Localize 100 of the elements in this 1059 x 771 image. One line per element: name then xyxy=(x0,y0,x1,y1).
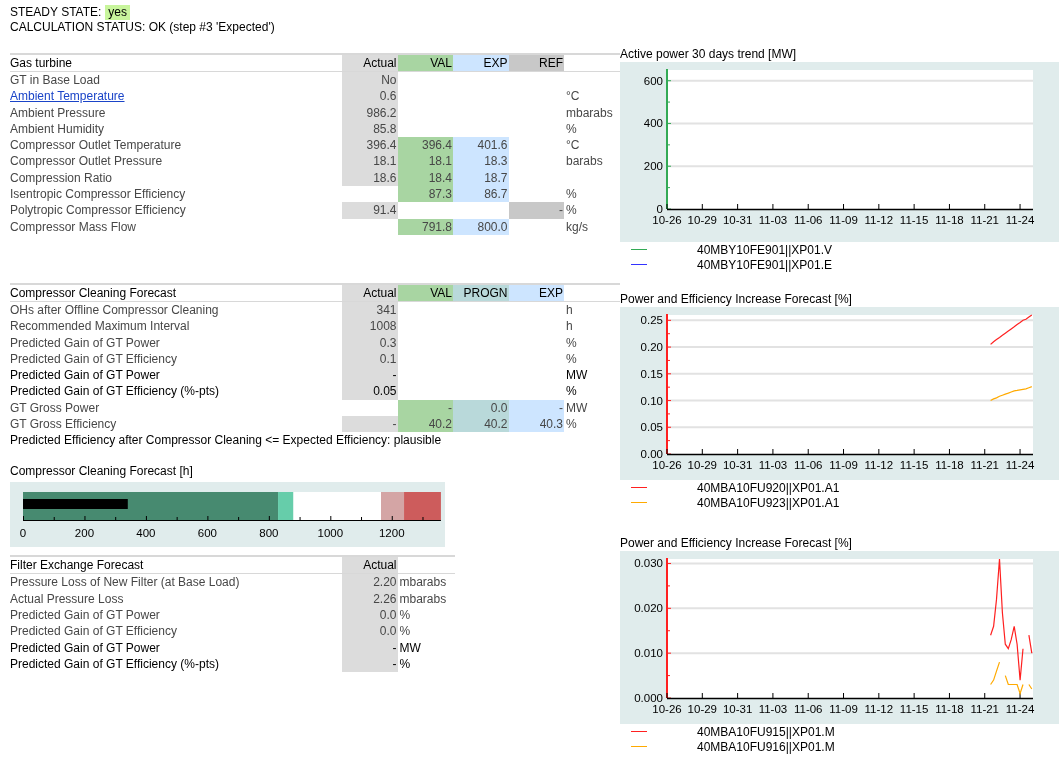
table-cell: - xyxy=(508,399,564,417)
status-value: yes xyxy=(105,5,131,20)
table-title: Compressor Cleaning Forecast xyxy=(10,284,178,301)
tick-label: 11-03 xyxy=(758,459,788,471)
column-header: EXP xyxy=(453,55,509,71)
column-header: VAL xyxy=(397,55,453,71)
table-cell: 396.4 xyxy=(397,137,453,154)
tick-label: 11-21 xyxy=(970,703,1000,715)
tick-label: 400 xyxy=(643,117,663,130)
tick-label: 11-12 xyxy=(864,459,894,471)
unit-label: % xyxy=(565,350,578,368)
unit-label: % xyxy=(565,120,578,138)
table-cell: 401.6 xyxy=(453,137,509,154)
tick-label: 0.00 xyxy=(640,448,663,460)
column-header: EXP xyxy=(508,284,564,301)
unit-label: mbarabs xyxy=(398,590,448,607)
row-label: Predicted Gain of GT Power xyxy=(10,639,161,656)
legend-label: 40MBA10FU920||XP01.A1 xyxy=(697,480,840,495)
tick-label: 11-03 xyxy=(758,214,788,226)
tick-label: 200 xyxy=(74,527,95,540)
unit-label: mbarabs xyxy=(565,104,614,121)
tick-label: 10-31 xyxy=(722,703,753,715)
legend-label: 40MBY10FE901||XP01.V xyxy=(697,242,832,257)
tick-label: 0.25 xyxy=(640,314,663,327)
tick-label: 0.030 xyxy=(634,557,663,570)
chart-line xyxy=(990,386,1033,402)
row-label: Predicted Gain of GT Efficiency xyxy=(10,623,178,640)
legend-label: 40MBA10FU923||XP01.A1 xyxy=(697,495,840,510)
tick-label: 0.10 xyxy=(640,394,663,407)
table-cell: 40.2 xyxy=(397,416,453,433)
tick-label: 0 xyxy=(656,203,663,215)
table-cell: 18.1 xyxy=(342,153,398,170)
tick-label: 10-26 xyxy=(652,459,682,471)
tick-label: 11-03 xyxy=(758,703,788,715)
row-label: OHs after Offline Compressor Cleaning xyxy=(10,301,220,319)
column-header: Actual xyxy=(342,55,398,71)
row-label: Ambient Pressure xyxy=(10,104,107,121)
unit-label: % xyxy=(565,334,578,351)
unit-label: % xyxy=(565,383,578,400)
tick-label: 11-15 xyxy=(899,214,929,226)
legend-label: 40MBY10FE901||XP01.E xyxy=(697,257,832,272)
table-cell: 91.4 xyxy=(342,202,398,219)
table-cell: 396.4 xyxy=(342,137,398,154)
legend-swatch xyxy=(631,730,647,733)
table-cell: 40.3 xyxy=(508,416,564,433)
table-cell: 0.0 xyxy=(453,399,509,417)
tick-label: 0.010 xyxy=(634,647,663,660)
row-label: Predicted Gain of GT Power xyxy=(10,606,161,624)
column-header: REF xyxy=(508,55,564,71)
column-header: PROGN xyxy=(453,284,509,301)
row-label: Recommended Maximum Interval xyxy=(10,318,191,335)
unit-label: % xyxy=(398,623,412,640)
link[interactable]: Ambient Temperature xyxy=(10,88,342,105)
table-cell: - xyxy=(342,416,398,433)
unit-label: barabs xyxy=(565,153,604,170)
table-cell: 86.7 xyxy=(453,186,509,203)
tick-label: 10-29 xyxy=(687,214,717,226)
chart-line xyxy=(990,314,1033,345)
tick-label: 0.05 xyxy=(640,421,663,434)
column-header: Actual xyxy=(342,284,398,301)
tick-label: 0 xyxy=(19,527,27,540)
status-note: Predicted Efficiency after Compressor Cleaning <= Expected Efficiency: plausible xyxy=(10,432,443,449)
status-label: STEADY STATE: xyxy=(10,5,102,20)
tick-label: 11-09 xyxy=(829,459,858,471)
unit-label: MW xyxy=(565,367,589,384)
unit-label: kg/s xyxy=(565,218,589,235)
tick-label: 11-24 xyxy=(1005,214,1035,226)
unit-label: MW xyxy=(398,639,422,656)
table-cell: 0.0 xyxy=(342,623,398,640)
tick-label: 11-06 xyxy=(793,703,823,715)
chart-title: Power and Efficiency Increase Forecast [%] xyxy=(620,536,853,551)
tick-label: 10-29 xyxy=(687,459,717,471)
tick-label: 11-06 xyxy=(793,459,823,471)
tick-label: 11-18 xyxy=(935,703,964,715)
tick-label: 11-24 xyxy=(1005,459,1035,471)
table-cell: 0.05 xyxy=(342,383,398,400)
row-label: Actual Pressure Loss xyxy=(10,590,125,607)
table-cell: - xyxy=(342,367,398,384)
row-label: Compressor Mass Flow xyxy=(10,218,138,235)
table-cell: 1008 xyxy=(342,318,398,335)
row-label: GT Gross Power xyxy=(10,399,101,417)
column-header: Actual xyxy=(342,557,398,574)
tick-label: 400 xyxy=(136,527,156,540)
table-cell: - xyxy=(508,202,564,219)
unit-label: MW xyxy=(565,399,589,417)
tick-label: 11-21 xyxy=(970,459,1000,471)
row-label: Predicted Gain of GT Efficiency xyxy=(10,350,178,368)
table-cell: 18.1 xyxy=(397,153,453,170)
tick-label: 10-31 xyxy=(722,459,753,471)
legend-swatch xyxy=(631,745,647,748)
tick-label: 800 xyxy=(259,527,279,540)
row-label: Predicted Gain of GT Efficiency (%-pts) xyxy=(10,383,220,400)
legend-swatch xyxy=(631,501,647,504)
tick-label: 10-31 xyxy=(722,214,753,226)
unit-label: % xyxy=(565,202,578,219)
legend-label: 40MBA10FU916||XP01.M xyxy=(697,739,835,754)
chart-title: Active power 30 days trend [MW] xyxy=(620,47,798,62)
tick-label: 1000 xyxy=(317,527,344,540)
tick-label: 0.020 xyxy=(634,602,663,615)
unit-label: h xyxy=(565,318,574,335)
